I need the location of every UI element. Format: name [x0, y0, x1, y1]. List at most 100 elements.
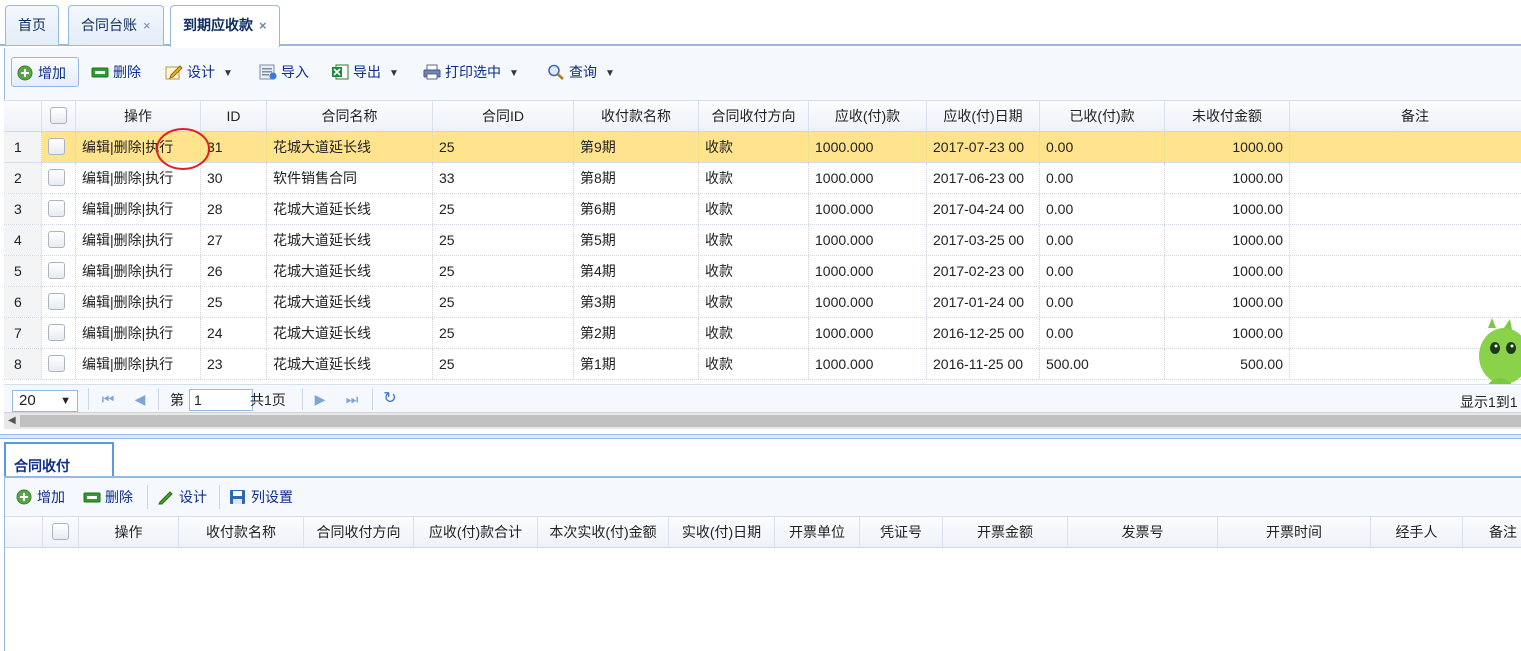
- close-icon[interactable]: ×: [259, 18, 267, 33]
- col-header-invoice-amount[interactable]: 开票金额: [943, 517, 1068, 547]
- close-icon[interactable]: ×: [143, 18, 151, 33]
- cell-direction: 收款: [699, 132, 809, 162]
- table-row[interactable]: 2 编辑|删除|执行 30 软件销售合同 33 第8期 收款 1000.000 2017-06-…: [4, 163, 1521, 194]
- print-selected-label: 打印选中: [445, 64, 501, 80]
- col-header-voucher[interactable]: 凭证号: [860, 517, 943, 547]
- row-checkbox[interactable]: [48, 200, 65, 217]
- scroll-left-icon[interactable]: ◀: [8, 413, 16, 429]
- col-header-actual-date[interactable]: 实收(付)日期: [669, 517, 775, 547]
- print-selected-button[interactable]: 打印选中 ▼: [419, 57, 523, 87]
- edit-link[interactable]: 编辑: [82, 232, 110, 248]
- col-header-invoice-no[interactable]: 发票号: [1068, 517, 1218, 547]
- col-header-ops[interactable]: 操作: [79, 517, 179, 547]
- execute-link[interactable]: 执行: [145, 232, 173, 248]
- panel-splitter[interactable]: [0, 434, 1521, 439]
- col-header-direction[interactable]: 合同收付方向: [699, 101, 809, 131]
- delete-link[interactable]: 删除: [114, 325, 142, 341]
- edit-link[interactable]: 编辑: [82, 139, 110, 155]
- col-header-invoice-time[interactable]: 开票时间: [1218, 517, 1371, 547]
- col-header-payment-name[interactable]: 收付款名称: [574, 101, 699, 131]
- col-header-due-total[interactable]: 应收(付)款合计: [414, 517, 538, 547]
- delete-link[interactable]: 删除: [114, 170, 142, 186]
- edit-link[interactable]: 编辑: [82, 294, 110, 310]
- sub-add-button[interactable]: 增加: [11, 482, 69, 512]
- col-header-actual-amount[interactable]: 本次实收(付)金额: [538, 517, 669, 547]
- delete-link[interactable]: 删除: [114, 201, 142, 217]
- edit-link[interactable]: 编辑: [82, 170, 110, 186]
- edit-link[interactable]: 编辑: [82, 325, 110, 341]
- sub-design-button[interactable]: 设计: [153, 482, 211, 512]
- delete-link[interactable]: 删除: [114, 139, 142, 155]
- execute-link[interactable]: 执行: [145, 356, 173, 372]
- payments-grid: 操作 收付款名称 合同收付方向 应收(付)款合计 本次实收(付)金额 实收(付)…: [4, 516, 1521, 651]
- select-all-checkbox[interactable]: [50, 107, 67, 124]
- execute-link[interactable]: 执行: [145, 325, 173, 341]
- table-row[interactable]: 6 编辑|删除|执行 25 花城大道延长线 25 第3期 收款 1000.000 2017-01…: [4, 287, 1521, 318]
- edit-link[interactable]: 编辑: [82, 201, 110, 217]
- delete-link[interactable]: 删除: [114, 263, 142, 279]
- next-page-icon[interactable]: ▶: [312, 391, 328, 407]
- column-settings-button[interactable]: 列设置: [225, 482, 297, 512]
- horizontal-scrollbar[interactable]: ◀: [4, 412, 1521, 429]
- tab-home[interactable]: 首页: [5, 5, 59, 45]
- row-checkbox[interactable]: [48, 169, 65, 186]
- col-header-direction[interactable]: 合同收付方向: [304, 517, 414, 547]
- design-button[interactable]: 设计 ▼: [161, 57, 237, 87]
- scrollbar-thumb[interactable]: [20, 415, 1521, 427]
- col-header-handler[interactable]: 经手人: [1371, 517, 1463, 547]
- row-checkbox[interactable]: [48, 138, 65, 155]
- col-header-unpaid[interactable]: 未收付金额: [1165, 101, 1290, 131]
- delete-link[interactable]: 删除: [114, 356, 142, 372]
- row-actions: 编辑|删除|执行: [76, 225, 201, 255]
- table-row[interactable]: 4 编辑|删除|执行 27 花城大道延长线 25 第5期 收款 1000.000 2017-03…: [4, 225, 1521, 256]
- page-number-input[interactable]: 1: [189, 389, 253, 411]
- cell-payment-name: 第8期: [574, 163, 699, 193]
- first-page-icon[interactable]: ⏮: [100, 391, 116, 407]
- select-all-checkbox[interactable]: [52, 523, 69, 540]
- tab-contract-ledger[interactable]: 合同台账 ×: [68, 5, 164, 45]
- execute-link[interactable]: 执行: [145, 263, 173, 279]
- cell-num: 4: [4, 225, 42, 255]
- last-page-icon[interactable]: ⏭: [344, 391, 360, 407]
- col-header-paid[interactable]: 已收(付)款: [1040, 101, 1165, 131]
- row-checkbox[interactable]: [48, 355, 65, 372]
- add-button[interactable]: 增加: [11, 57, 79, 87]
- prev-page-icon[interactable]: ◀: [132, 391, 148, 407]
- edit-link[interactable]: 编辑: [82, 263, 110, 279]
- table-row[interactable]: 5 编辑|删除|执行 26 花城大道延长线 25 第4期 收款 1000.000 2017-02…: [4, 256, 1521, 287]
- col-header-due-amount[interactable]: 应收(付)款: [809, 101, 927, 131]
- tab-due-receivables[interactable]: 到期应收款 ×: [170, 5, 280, 47]
- import-button[interactable]: 导入: [255, 57, 313, 87]
- sub-delete-button[interactable]: 删除: [79, 482, 137, 512]
- col-header-contract-name[interactable]: 合同名称: [267, 101, 433, 131]
- export-button[interactable]: 导出 ▼: [327, 57, 403, 87]
- delete-link[interactable]: 删除: [114, 232, 142, 248]
- delete-button[interactable]: 删除: [87, 57, 145, 87]
- row-checkbox[interactable]: [48, 324, 65, 341]
- table-row[interactable]: 7 编辑|删除|执行 24 花城大道延长线 25 第2期 收款 1000.000 2016-12…: [4, 318, 1521, 349]
- execute-link[interactable]: 执行: [145, 201, 173, 217]
- page-size-select[interactable]: 20 ▼: [12, 390, 78, 412]
- tab-contract-payments[interactable]: 合同收付: [4, 442, 114, 478]
- execute-link[interactable]: 执行: [145, 170, 173, 186]
- delete-link[interactable]: 删除: [114, 294, 142, 310]
- table-row[interactable]: 1 编辑|删除|执行 31 花城大道延长线 25 第9期 收款 1000.000 2017-07…: [4, 132, 1521, 163]
- col-header-remark[interactable]: 备注: [1290, 101, 1521, 131]
- row-checkbox[interactable]: [48, 293, 65, 310]
- separator: [372, 388, 373, 410]
- col-header-remark[interactable]: 备注: [1463, 517, 1521, 547]
- query-button[interactable]: 查询 ▼: [543, 57, 619, 87]
- import-icon: [259, 60, 277, 80]
- execute-link[interactable]: 执行: [145, 294, 173, 310]
- col-header-payment-name[interactable]: 收付款名称: [179, 517, 304, 547]
- table-row[interactable]: 8 编辑|删除|执行 23 花城大道延长线 25 第1期 收款 1000.000 2016-11…: [4, 349, 1521, 380]
- col-header-contract-id[interactable]: 合同ID: [433, 101, 574, 131]
- edit-link[interactable]: 编辑: [82, 356, 110, 372]
- col-header-due-date[interactable]: 应收(付)日期: [927, 101, 1040, 131]
- add-label: 增加: [38, 65, 66, 81]
- refresh-icon[interactable]: ↻: [382, 391, 398, 407]
- col-header-invoice-unit[interactable]: 开票单位: [775, 517, 860, 547]
- table-row[interactable]: 3 编辑|删除|执行 28 花城大道延长线 25 第6期 收款 1000.000 2017-04…: [4, 194, 1521, 225]
- row-checkbox[interactable]: [48, 262, 65, 279]
- row-checkbox[interactable]: [48, 231, 65, 248]
